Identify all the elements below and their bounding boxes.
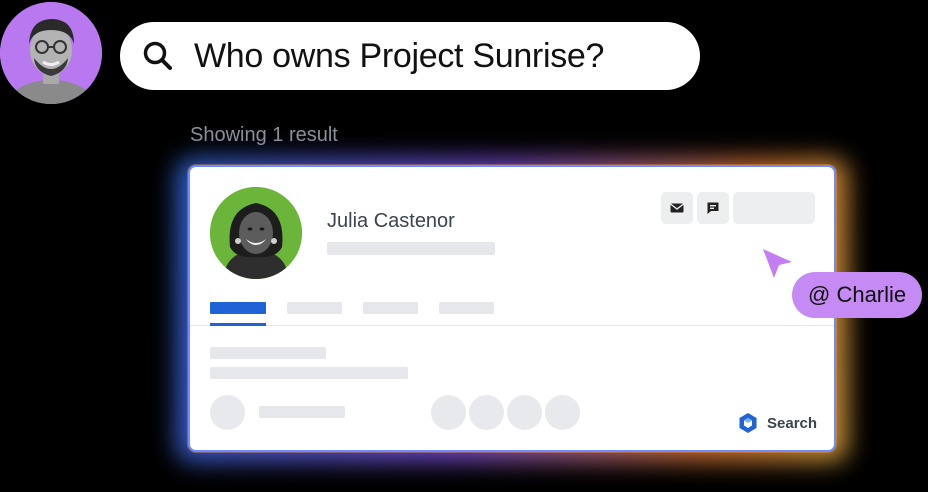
search-brand-icon (739, 413, 757, 433)
member-avatar-placeholder (507, 395, 542, 430)
content-line-placeholder (210, 367, 408, 379)
search-query-text[interactable]: Who owns Project Sunrise? (194, 37, 604, 76)
owner-placeholder (259, 406, 345, 418)
stage: Who owns Project Sunrise? Showing 1 resu… (0, 0, 928, 492)
action-button-placeholder[interactable] (733, 192, 815, 224)
cursor-arrow-icon (763, 249, 792, 278)
tab-active-underline (210, 323, 266, 326)
search-bar[interactable]: Who owns Project Sunrise? (120, 22, 700, 90)
brand-footer: Search (737, 412, 817, 434)
user-avatar-image (0, 2, 102, 104)
tab-placeholder[interactable] (287, 302, 342, 314)
avatar-placeholder (210, 395, 245, 430)
profile-name: Julia Castenor (327, 210, 455, 232)
mail-icon (670, 203, 684, 213)
chat-icon (707, 202, 719, 214)
user-avatar (0, 2, 102, 104)
search-icon (143, 41, 172, 70)
tab-placeholder[interactable] (439, 302, 494, 314)
profile-photo (210, 187, 302, 279)
tab-placeholder[interactable] (363, 302, 418, 314)
content-line-placeholder (210, 347, 326, 359)
results-count: Showing 1 result (190, 124, 338, 146)
brand-label: Search (767, 414, 818, 432)
profile-title-placeholder (327, 242, 495, 255)
mention-badge: @ Charlie (792, 272, 923, 318)
chat-button[interactable] (697, 192, 729, 224)
member-avatar-placeholder (469, 395, 504, 430)
tab-active[interactable] (210, 302, 266, 314)
mail-button[interactable] (661, 192, 693, 224)
profile-card[interactable]: Julia Castenor Search (188, 165, 836, 452)
profile-photo-image (210, 187, 302, 279)
tab-divider (190, 325, 834, 326)
member-avatar-placeholder (431, 395, 466, 430)
member-avatar-placeholder (545, 395, 580, 430)
